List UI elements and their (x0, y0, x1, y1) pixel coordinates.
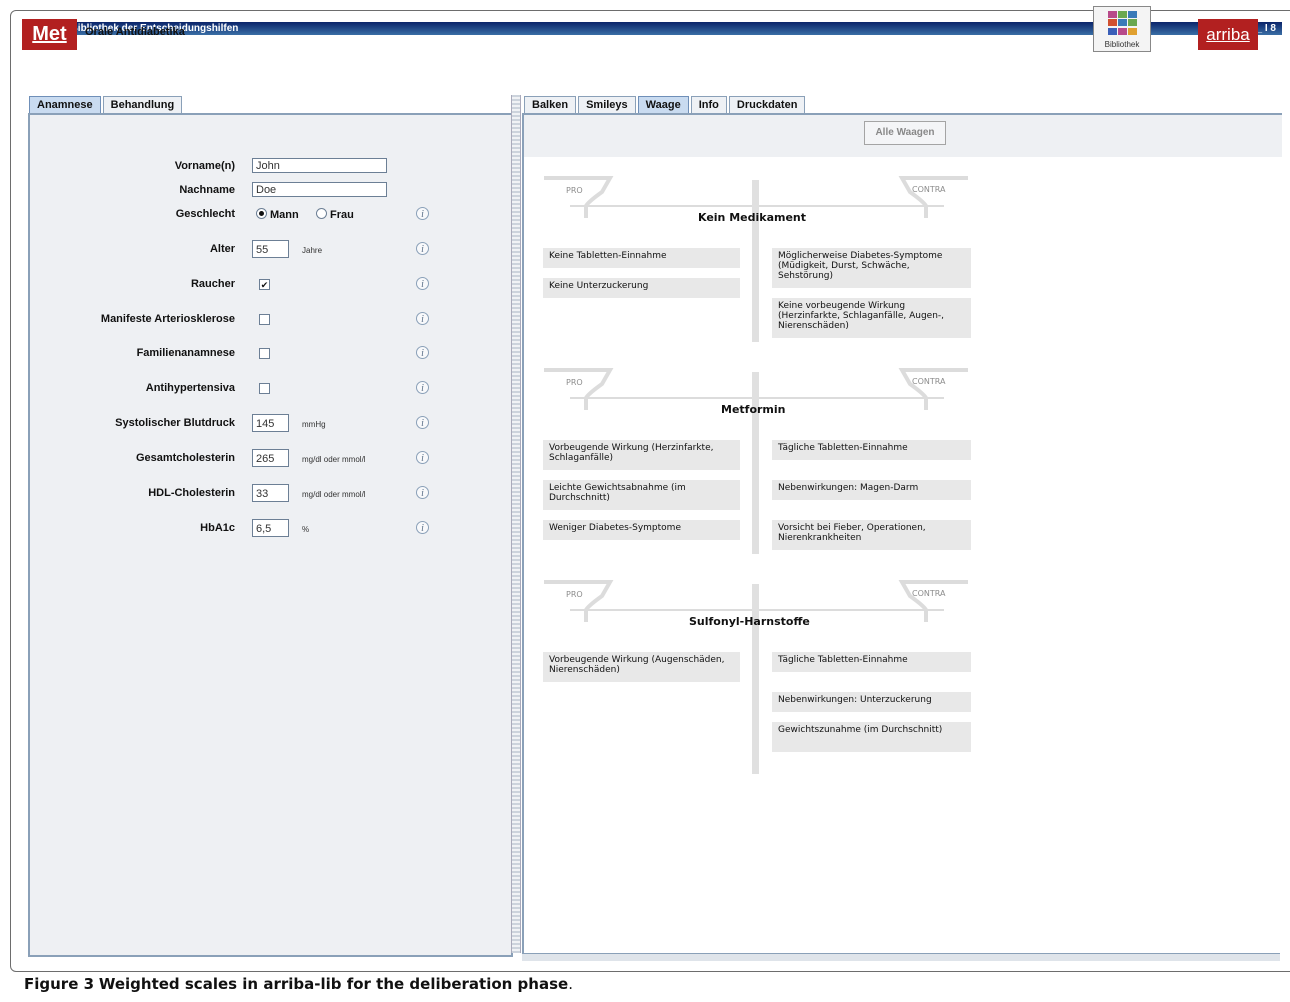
status-strip (522, 953, 1280, 961)
scale-sulfonyl-contra-item: Gewichtszunahme (im Durchschnitt) (772, 722, 971, 752)
hba1c-label: HbA1c (200, 522, 235, 534)
antihypertensives-label: Antihypertensiva (145, 382, 235, 394)
gender-female-label: Frau (330, 209, 354, 221)
age-label: Alter (209, 243, 235, 255)
hba1c-unit: % (302, 525, 310, 534)
radio-selected-icon (256, 208, 267, 219)
hba1c-info-icon[interactable]: i (416, 521, 429, 534)
arteriosclerosis-info-icon[interactable]: i (416, 312, 429, 325)
radio-empty-icon (316, 208, 327, 219)
age-input[interactable]: 55 (252, 240, 289, 258)
systolic-bp-label: Systolischer Blutdruck (115, 417, 235, 429)
scale-metformin-contra-item: Vorsicht bei Fieber, Operationen, Nieren… (772, 520, 971, 550)
scale-metformin-contra-item: Nebenwirkungen: Magen-Darm (772, 480, 971, 500)
age-info-icon[interactable]: i (416, 242, 429, 255)
smoker-info-icon[interactable]: i (416, 277, 429, 290)
caption-label: Figure 3 (24, 975, 95, 993)
caption-text: Weighted scales in arriba-lib for the de… (98, 975, 569, 993)
tab-anamnese[interactable]: Anamnese (29, 96, 101, 113)
antihypertensives-checkbox[interactable] (259, 383, 270, 394)
library-grid-icon (1108, 11, 1138, 35)
caption-period: . (568, 975, 573, 993)
last-name-input[interactable]: Doe (252, 182, 387, 197)
scale-sulfonyl-title: Sulfonyl-Harnstoffe (689, 615, 810, 628)
gender-label: Geschlecht (175, 208, 235, 220)
figure-caption: Figure 3 Weighted scales in arriba-lib f… (24, 975, 573, 993)
scale-metformin-contra-label: CONTRA (912, 377, 946, 386)
right-tab-bar: Balken Smileys Waage Info Druckdaten (524, 95, 807, 113)
left-tab-bar: Anamnese Behandlung (29, 95, 184, 113)
scale-kein-medikament-contra-item: Möglicherweise Diabetes-Symptome (Müdigk… (772, 248, 971, 288)
total-cholesterol-input[interactable]: 265 (252, 449, 289, 467)
scale-kein-medikament-contra-item: Keine vorbeugende Wirkung (Herzinfarkte,… (772, 298, 971, 338)
antihypertensives-info-icon[interactable]: i (416, 381, 429, 394)
systolic-bp-unit: mmHg (302, 420, 326, 429)
family-history-label: Familienanamnese (136, 347, 235, 359)
scale-sulfonyl-pole (752, 584, 759, 774)
hdl-cholesterol-label: HDL-Cholesterin (148, 487, 235, 499)
gender-info-icon[interactable]: i (416, 207, 429, 220)
tab-smileys[interactable]: Smileys (578, 96, 636, 113)
hdl-cholesterol-input[interactable]: 33 (252, 484, 289, 502)
scale-metformin-title: Metformin (721, 403, 786, 416)
gender-male-radio[interactable]: Mann (256, 208, 299, 221)
systolic-bp-info-icon[interactable]: i (416, 416, 429, 429)
tab-druckdaten[interactable]: Druckdaten (728, 96, 806, 113)
tab-waage[interactable]: Waage (637, 96, 689, 113)
scale-kein-medikament-title: Kein Medikament (698, 211, 807, 224)
last-name-label: Nachname (179, 184, 235, 196)
gender-female-radio[interactable]: Frau (316, 208, 354, 221)
scale-metformin-contra-item: Tägliche Tabletten-Einnahme (772, 440, 971, 460)
family-history-info-icon[interactable]: i (416, 346, 429, 359)
arteriosclerosis-label: Manifeste Arteriosklerose (100, 313, 235, 325)
total-cholesterol-info-icon[interactable]: i (416, 451, 429, 464)
systolic-bp-input[interactable]: 145 (252, 414, 289, 432)
first-name-input[interactable]: John (252, 158, 387, 173)
total-cholesterol-unit: mg/dl oder mmol/l (302, 455, 366, 464)
scale-kein-medikament-pro-label: PRO (566, 186, 583, 195)
scale-metformin-pole (752, 372, 759, 554)
scale-sulfonyl-pro-item: Vorbeugende Wirkung (Augenschäden, Niere… (543, 652, 740, 682)
arteriosclerosis-checkbox[interactable] (259, 314, 270, 325)
app-header (22, 35, 1280, 93)
scale-kein-medikament-pro-item: Keine Tabletten-Einnahme (543, 248, 740, 268)
age-unit: Jahre (302, 246, 323, 255)
scale-kein-medikament-contra-label: CONTRA (912, 185, 946, 194)
window-controls[interactable]: _ I 8 (1257, 22, 1276, 35)
first-name-label: Vorname(n) (174, 160, 235, 172)
scale-sulfonyl-contra-label: CONTRA (912, 589, 946, 598)
tab-info[interactable]: Info (690, 96, 727, 113)
library-label: Bibliothek (1104, 40, 1140, 49)
tab-balken[interactable]: Balken (524, 96, 577, 113)
all-scales-button[interactable]: Alle Waagen (864, 121, 946, 145)
smoker-checkbox[interactable]: ✔ (259, 279, 270, 290)
scale-metformin-pro-label: PRO (566, 378, 583, 387)
module-title: Orale Antidiabetika (85, 26, 185, 38)
scale-kein-medikament-pole (752, 180, 759, 342)
scale-metformin-pro-item: Vorbeugende Wirkung (Herzinfarkte, Schla… (543, 440, 740, 470)
hdl-cholesterol-info-icon[interactable]: i (416, 486, 429, 499)
brand-logo: arriba (1198, 19, 1258, 50)
scale-sulfonyl-contra-item: Tägliche Tabletten-Einnahme (772, 652, 971, 672)
scale-metformin-pro-item: Leichte Gewichtsabnahme (im Durchschnitt… (543, 480, 740, 510)
total-cholesterol-label: Gesamtcholesterin (135, 452, 235, 464)
scale-sulfonyl-pro-label: PRO (566, 590, 583, 599)
smoker-label: Raucher (190, 278, 235, 290)
scale-sulfonyl-contra-item: Nebenwirkungen: Unterzuckerung (772, 692, 971, 712)
gender-male-label: Mann (270, 209, 299, 221)
scale-metformin-pro-item: Weniger Diabetes-Symptome (543, 520, 740, 540)
tab-behandlung[interactable]: Behandlung (102, 96, 183, 113)
panel-splitter[interactable] (511, 95, 521, 953)
module-logo: Met (22, 19, 77, 50)
scale-kein-medikament-pro-item: Keine Unterzuckerung (543, 278, 740, 298)
family-history-checkbox[interactable] (259, 348, 270, 359)
library-button[interactable]: Bibliothek (1093, 6, 1151, 52)
hdl-cholesterol-unit: mg/dl oder mmol/l (302, 490, 366, 499)
hba1c-input[interactable]: 6,5 (252, 519, 289, 537)
